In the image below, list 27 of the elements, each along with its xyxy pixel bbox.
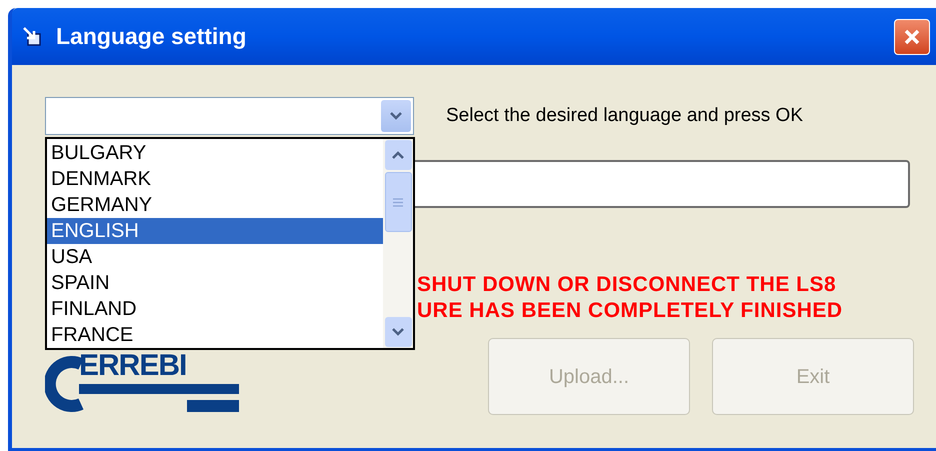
language-option[interactable]: DENMARK — [47, 166, 383, 192]
logo-text: ERREBI — [79, 351, 188, 381]
language-option[interactable]: FINLAND — [47, 296, 383, 322]
warning-text: SHUT DOWN OR DISCONNECT THE LS8 — [417, 272, 838, 298]
scroll-up-button[interactable] — [384, 140, 412, 170]
language-combobox[interactable] — [45, 97, 414, 135]
scroll-down-button[interactable] — [384, 317, 412, 347]
scrollbar[interactable] — [383, 139, 413, 348]
window-arrow-icon — [22, 26, 44, 48]
language-option[interactable]: FRANCE — [47, 322, 383, 348]
grip-icon — [393, 198, 403, 206]
window-title: Language setting — [56, 22, 246, 52]
instruction-text: Select the desired language and press OK — [446, 104, 804, 128]
language-option[interactable]: USA — [47, 244, 383, 270]
language-option[interactable]: GERMANY — [47, 192, 383, 218]
warning-text: URE HAS BEEN COMPLETELY FINISHED — [417, 298, 844, 324]
close-button[interactable] — [894, 18, 930, 54]
language-option[interactable]: SPAIN — [47, 270, 383, 296]
close-icon — [903, 28, 921, 46]
chevron-down-icon — [391, 327, 405, 337]
chevron-up-icon — [391, 150, 405, 160]
dropdown-button[interactable] — [381, 100, 411, 132]
chevron-down-icon — [389, 111, 403, 121]
scroll-thumb[interactable] — [384, 172, 412, 232]
logo-bar — [187, 400, 239, 412]
language-option[interactable]: BULGARY — [47, 140, 383, 166]
language-option[interactable]: ENGLISH — [47, 218, 383, 244]
